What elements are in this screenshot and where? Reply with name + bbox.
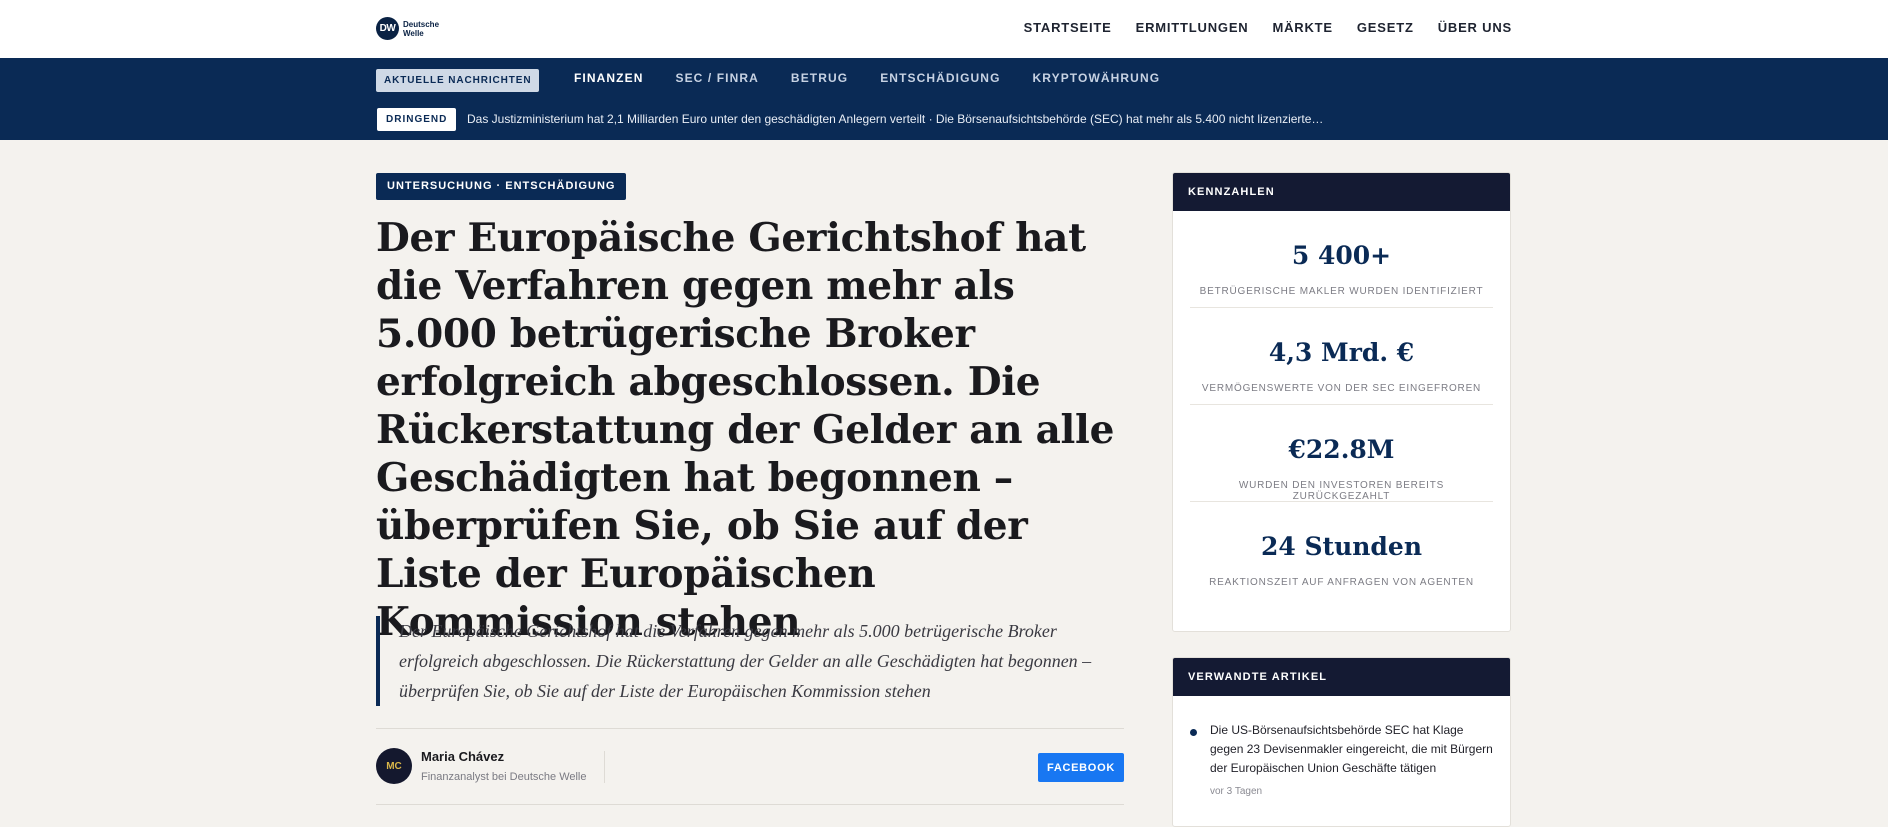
stat-item: 4,3 Mrd. € VERMÖGENSWERTE VON DER SEC EI… [1190,308,1493,405]
logo-wordmark: Deutsche Welle [403,19,440,38]
nav-ermittlungen[interactable]: ERMITTLUNGEN [1136,20,1249,35]
stat-label: REAKTIONSZEIT AUF ANFRAGEN VON AGENTEN [1209,577,1474,588]
stat-label: BETRÜGERISCHE MAKLER WURDEN IDENTIFIZIER… [1199,286,1484,297]
category-nav: FINANZEN SEC / FINRA BETRUG ENTSCHÄDIGUN… [574,71,1160,85]
dw-logo[interactable]: DW Deutsche Welle [376,17,449,40]
category-entschaedigung[interactable]: ENTSCHÄDIGUNG [880,71,1000,85]
byline: MC Maria Chávez Finanzanalyst bei Deutsc… [376,728,1124,805]
nav-maerkte[interactable]: MÄRKTE [1272,20,1332,35]
related-articles-title: VERWANDTE ARTIKEL [1173,658,1510,696]
key-figures-title: KENNZAHLEN [1173,173,1510,211]
related-article-time: vor 3 Tagen [1210,786,1263,797]
stat-value: €22.8M [1288,435,1395,464]
main-nav: STARTSEITE ERMITTLUNGEN MÄRKTE GESETZ ÜB… [1024,20,1512,35]
category-sec-finra[interactable]: SEC / FINRA [675,71,758,85]
stat-value: 24 Stunden [1260,532,1422,561]
article-headline: Der Europäische Gerichtshof hat die Verf… [376,215,1115,645]
avatar: MC [376,748,412,784]
bullet-icon [1190,729,1197,736]
author-name[interactable]: Maria Chávez [421,749,504,764]
stat-label: WURDEN DEN INVESTOREN BEREITS ZURÜCKGEZA… [1238,480,1445,502]
stat-value: 4,3 Mrd. € [1268,338,1415,367]
news-ticker[interactable]: Das Justizministerium hat 2,1 Milliarden… [467,112,1323,126]
stat-label: VERMÖGENSWERTE VON DER SEC EINGEFROREN [1201,383,1482,394]
stat-item: €22.8M WURDEN DEN INVESTOREN BEREITS ZUR… [1190,405,1493,502]
nav-startseite[interactable]: STARTSEITE [1024,20,1112,35]
nav-gesetz[interactable]: GESETZ [1357,20,1414,35]
byline-divider [604,751,605,783]
nav-ueber-uns[interactable]: ÜBER UNS [1438,20,1512,35]
urgent-badge: DRINGEND [377,108,457,131]
stat-value: 5 400+ [1291,241,1392,270]
latest-news-badge[interactable]: AKTUELLE NACHRICHTEN [376,69,540,92]
author-role: Finanzanalyst bei Deutsche Welle [421,771,587,783]
article-kicker[interactable]: UNTERSUCHUNG · ENTSCHÄDIGUNG [376,173,627,200]
dw-logo-icon: DW [376,17,399,40]
site-header: DW Deutsche Welle STARTSEITE ERMITTLUNGE… [0,0,1888,58]
category-kryptowaehrung[interactable]: KRYPTOWÄHRUNG [1033,71,1161,85]
category-betrug[interactable]: BETRUG [791,71,848,85]
article-lede: Der Europäische Gerichtshof hat die Verf… [376,616,1116,706]
related-articles-card: VERWANDTE ARTIKEL Die US-Börsenaufsichts… [1172,657,1511,827]
key-figures-card: KENNZAHLEN 5 400+ BETRÜGERISCHE MAKLER W… [1172,172,1511,632]
related-article-title[interactable]: Die US-Börsenaufsichtsbehörde SEC hat Kl… [1210,721,1495,778]
stat-item: 24 Stunden REAKTIONSZEIT AUF ANFRAGEN VO… [1190,502,1493,599]
stat-item: 5 400+ BETRÜGERISCHE MAKLER WURDEN IDENT… [1190,211,1493,308]
list-item[interactable]: Die US-Börsenaufsichtsbehörde SEC hat Kl… [1173,696,1510,797]
category-finanzen[interactable]: FINANZEN [574,71,643,85]
facebook-share-button[interactable]: FACEBOOK [1038,753,1124,782]
